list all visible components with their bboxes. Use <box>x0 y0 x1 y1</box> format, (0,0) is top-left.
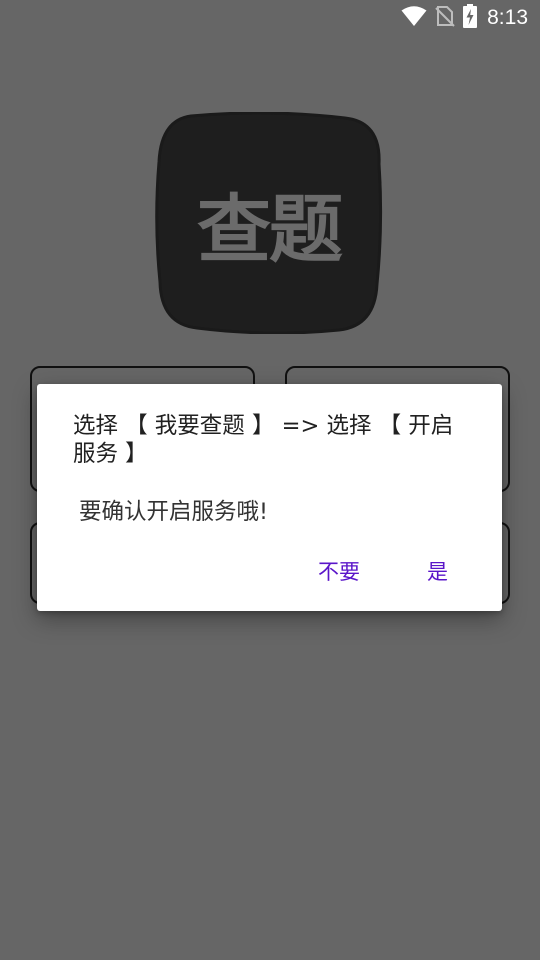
status-icons: 8:13 <box>401 4 528 32</box>
wifi-icon <box>401 5 427 31</box>
cancel-button[interactable]: 不要 <box>314 554 364 590</box>
battery-charging-icon <box>463 4 478 32</box>
logo-text: 查题 <box>197 187 343 273</box>
app-logo: 查题 <box>155 111 383 335</box>
confirm-button[interactable]: 是 <box>423 554 452 590</box>
confirm-dialog: 选择 【 我要查题 】 => 选择 【 开启服务 】 要确认开启服务哦! 不要 … <box>37 384 502 611</box>
dialog-title: 选择 【 我要查题 】 => 选择 【 开启服务 】 <box>73 413 454 467</box>
status-bar: 8:13 <box>0 0 540 36</box>
no-sim-icon <box>435 5 455 31</box>
dialog-message: 要确认开启服务哦! <box>79 499 269 525</box>
status-time: 8:13 <box>487 6 528 29</box>
